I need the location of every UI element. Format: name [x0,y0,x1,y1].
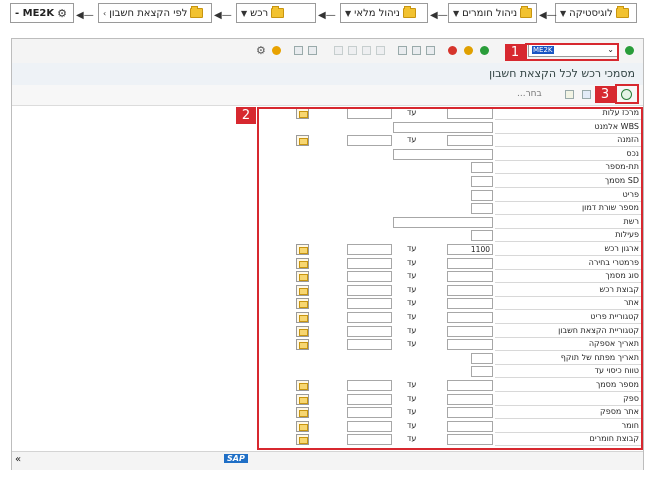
annotation-badge-3: 3 [595,86,615,103]
enter-icon[interactable] [625,46,634,55]
tcode-label: ME2K - [15,7,55,19]
breadcrumb-materials-management[interactable]: ניהול חומרים ▼ [448,3,537,23]
annotation-box-2 [257,107,643,450]
folder-icon [615,6,629,18]
arrow-left-icon: ◀— [539,10,557,21]
arrow-left-icon: ◀— [318,10,336,21]
shortcut-icon[interactable] [294,46,303,55]
chevron-down-icon: ▼ [345,8,352,18]
breadcrumb-logistics[interactable]: לוגיסטיקה ▼ [555,3,637,23]
breadcrumb-inventory-management[interactable]: ניהול מלאי ▼ [340,3,428,23]
chevron-down-icon: ▼ [560,8,567,18]
exit-icon[interactable] [464,46,473,55]
application-toolbar: ...בחר [12,85,643,106]
expand-status-icon[interactable]: « [15,454,21,465]
breadcrumb-label: ניהול חומרים [462,7,518,19]
next-page-icon[interactable] [362,46,371,55]
folder-icon [271,6,285,18]
more-button[interactable]: ...בחר [517,89,542,99]
breadcrumb-tcode[interactable]: ⚙ ME2K - [10,3,74,23]
first-page-icon[interactable] [334,46,343,55]
back-icon[interactable] [480,46,489,55]
annotation-badge-1: 1 [505,44,525,61]
folder-icon [190,6,204,18]
find-next-icon[interactable] [398,46,407,55]
status-bar: « SAP [12,451,643,470]
breadcrumb-label: לפי הקצאת חשבון [109,7,188,19]
print-icon[interactable] [426,46,435,55]
annotation-box-3 [615,84,639,104]
last-page-icon[interactable] [376,46,385,55]
breadcrumb-label: לוגיסטיקה [569,7,613,19]
chevron-right-icon: › [103,8,107,18]
breadcrumb-purchasing[interactable]: רכש ▼ [236,3,316,23]
folder-icon [402,6,416,18]
create-session-icon[interactable] [308,46,317,55]
cancel-icon[interactable] [448,46,457,55]
settings-icon[interactable]: ⚙ [256,44,266,57]
previous-page-icon[interactable] [348,46,357,55]
chevron-down-icon: ▼ [453,8,460,18]
breadcrumb-by-account-assignment[interactable]: לפי הקצאת חשבון › [98,3,212,23]
arrow-left-icon: ◀— [214,10,232,21]
find-icon[interactable] [412,46,421,55]
selection-options-icon[interactable] [565,90,574,99]
arrow-left-icon: ◀— [430,10,448,21]
annotation-box-1 [525,43,619,61]
arrow-left-icon: ◀— [76,10,94,21]
annotation-badge-2: 2 [236,107,256,124]
folder-icon [520,6,532,18]
breadcrumb-label: ניהול מלאי [354,7,400,19]
chevron-down-icon: ▼ [241,8,248,18]
page-title: מסמכי רכש לכל הקצאת חשבון [489,67,635,80]
get-variant-icon[interactable] [582,90,591,99]
sap-logo: SAP [224,454,248,463]
help-icon[interactable] [272,46,281,55]
breadcrumb-label: רכש [250,7,269,19]
title-bar: מסמכי רכש לכל הקצאת חשבון [12,63,643,86]
gear-icon: ⚙ [57,6,68,20]
